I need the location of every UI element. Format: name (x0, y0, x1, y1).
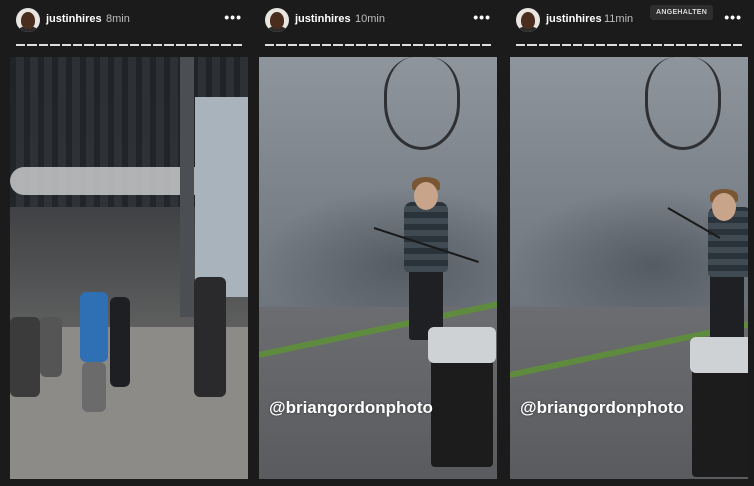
username[interactable]: justinhires (46, 13, 102, 25)
story-time: 10min (355, 13, 385, 25)
studio-wall (195, 97, 248, 297)
username[interactable]: justinhires (546, 13, 602, 25)
person-center (110, 297, 130, 387)
person-head (712, 193, 736, 221)
story-card-1[interactable]: justinhires 8min ••• (10, 0, 248, 486)
trash-bag (428, 327, 496, 363)
more-options-icon[interactable]: ••• (473, 9, 491, 25)
story-media[interactable] (10, 57, 248, 479)
username[interactable]: justinhires (295, 13, 351, 25)
mention-tag[interactable]: @briangordonphoto (269, 398, 433, 418)
story-card-3[interactable]: justinhires 11min ••• @briangordonphoto (510, 0, 748, 486)
story-time: 8min (106, 13, 130, 25)
profile-avatar[interactable] (16, 8, 40, 32)
progress-bar (265, 44, 492, 46)
mention-tag[interactable]: @briangordonphoto (520, 398, 684, 418)
person-left (10, 317, 40, 397)
story-media[interactable]: @briangordonphoto (259, 57, 497, 479)
camera-rig (180, 57, 194, 317)
person-plaid-shirt (404, 202, 448, 272)
more-options-icon[interactable]: ••• (724, 9, 742, 25)
progress-bar (516, 44, 743, 46)
story-card-2[interactable]: justinhires 10min ••• @briangordonphoto (259, 0, 497, 486)
trash-bin (431, 357, 493, 467)
profile-avatar[interactable] (265, 8, 289, 32)
hanging-cable (384, 57, 460, 150)
person-blue-shirt (80, 292, 108, 362)
paused-badge: ANGEHALTEN (650, 5, 714, 20)
story-media[interactable]: @briangordonphoto (510, 57, 748, 479)
story-header: justinhires 10min ••• (259, 0, 497, 52)
person-head (414, 182, 438, 210)
more-options-icon[interactable]: ••• (224, 9, 242, 25)
person-left-2 (40, 317, 62, 377)
story-time: 11min (604, 13, 634, 25)
trash-bag (690, 337, 748, 373)
hanging-cable (645, 57, 721, 150)
person-right (194, 277, 226, 397)
story-header: justinhires 8min ••• (10, 0, 248, 52)
trash-bin (692, 367, 748, 477)
progress-bar (16, 44, 243, 46)
profile-avatar[interactable] (516, 8, 540, 32)
person-shorts (82, 362, 106, 412)
